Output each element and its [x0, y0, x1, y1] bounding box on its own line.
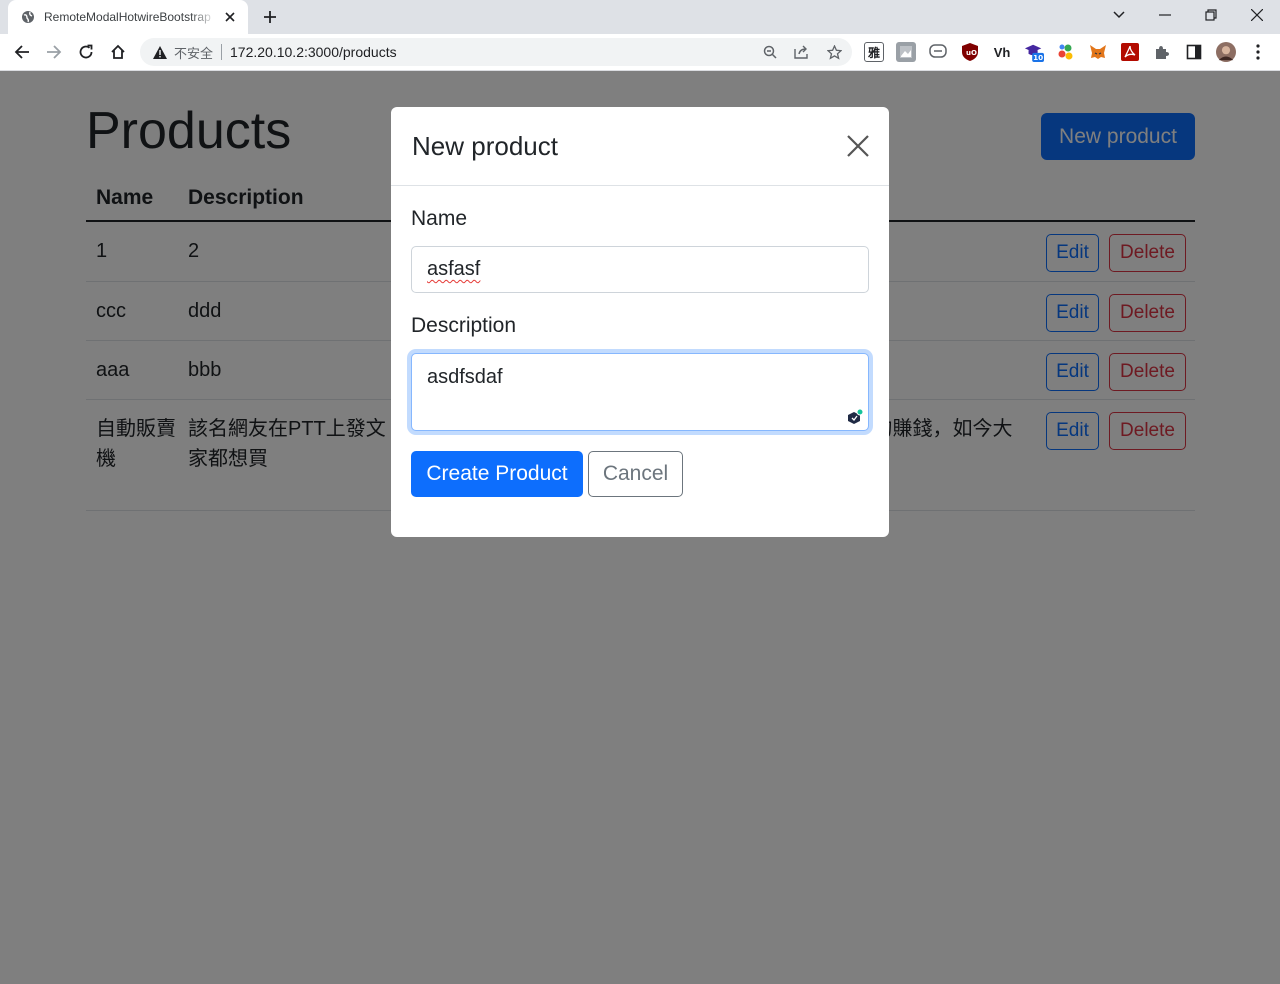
puzzle-icon[interactable]: [1152, 42, 1172, 62]
tab-title: RemoteModalHotwireBootstrap: [44, 10, 211, 24]
description-field[interactable]: asdfsdaf: [411, 353, 869, 431]
cancel-button[interactable]: Cancel: [588, 451, 683, 497]
omnibox-actions: [760, 42, 844, 62]
dictionary-extension-icon[interactable]: 雅: [864, 42, 884, 62]
grammar-checker-icon[interactable]: [846, 408, 864, 426]
omnibox-divider: [221, 44, 223, 60]
create-product-button[interactable]: Create Product: [411, 451, 583, 497]
grad-cap-extension-icon[interactable]: 10: [1024, 42, 1044, 62]
browser-tab-strip: RemoteModalHotwireBootstrap: [0, 0, 1280, 34]
modal-title: New product: [412, 131, 558, 161]
name-field-value: asfasf: [427, 258, 481, 280]
close-tab-icon[interactable]: [222, 9, 238, 25]
svg-text:uO: uO: [966, 49, 977, 57]
tab-search-icon[interactable]: [1096, 0, 1142, 30]
metamask-icon[interactable]: [1088, 42, 1108, 62]
description-label: Description: [411, 314, 517, 337]
close-window-icon[interactable]: [1234, 0, 1280, 30]
share-icon[interactable]: [792, 42, 812, 62]
chat-extension-icon[interactable]: [928, 42, 948, 62]
ublock-icon[interactable]: uO: [960, 42, 980, 62]
browser-toolbar: 不安全 172.20.10.2:3000/products 雅 uO Vh 10: [0, 34, 1280, 71]
back-icon[interactable]: [8, 38, 36, 66]
minimize-icon[interactable]: [1142, 0, 1188, 30]
svg-text:10: 10: [1033, 53, 1043, 62]
browser-tab[interactable]: RemoteModalHotwireBootstrap: [8, 0, 248, 34]
warning-icon[interactable]: [152, 44, 168, 60]
menu-icon[interactable]: [1248, 42, 1268, 62]
address-bar[interactable]: 不安全 172.20.10.2:3000/products: [140, 38, 852, 66]
home-icon[interactable]: [104, 38, 132, 66]
description-field-value: asdfsdaf: [427, 366, 503, 388]
modal-header: New product: [391, 107, 889, 186]
star-icon[interactable]: [824, 42, 844, 62]
zoom-icon[interactable]: [760, 42, 780, 62]
restore-icon[interactable]: [1188, 0, 1234, 30]
new-tab-icon[interactable]: [258, 5, 282, 29]
colors-extension-icon[interactable]: [1056, 42, 1076, 62]
photo-extension-icon[interactable]: [896, 42, 916, 62]
vh-extension-icon[interactable]: Vh: [992, 42, 1012, 62]
security-label[interactable]: 不安全: [174, 43, 213, 62]
close-icon[interactable]: [845, 133, 871, 159]
avatar[interactable]: [1216, 42, 1236, 62]
forward-icon[interactable]: [40, 38, 68, 66]
name-label: Name: [411, 207, 468, 230]
url-text[interactable]: 172.20.10.2:3000/products: [230, 44, 397, 60]
pdf-extension-icon[interactable]: [1120, 42, 1140, 62]
globe-icon: [20, 9, 36, 25]
name-field[interactable]: asfasf: [411, 246, 869, 293]
side-panel-icon[interactable]: [1184, 42, 1204, 62]
reload-icon[interactable]: [72, 38, 100, 66]
new-product-modal: New product Name asfasf Description asdf…: [391, 107, 889, 537]
